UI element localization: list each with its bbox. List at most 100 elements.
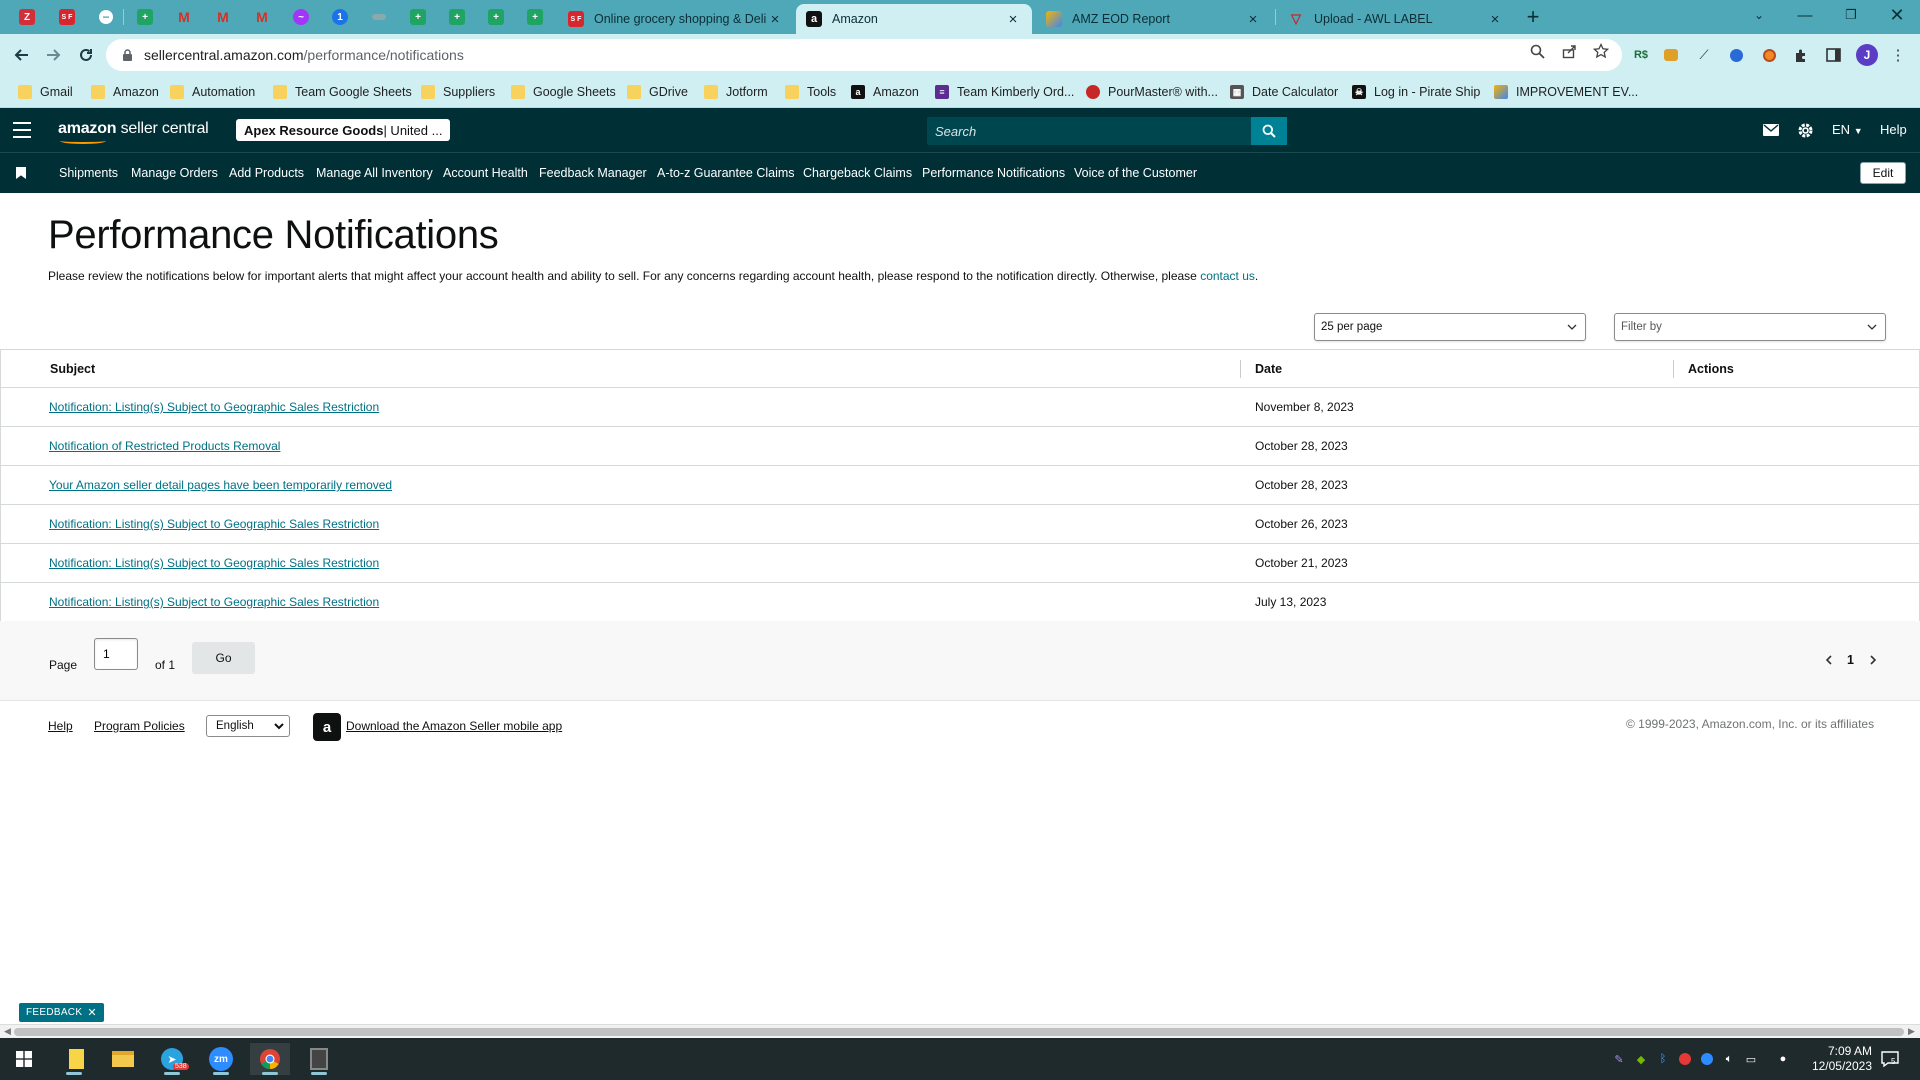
- nav-account-health[interactable]: Account Health: [443, 166, 528, 180]
- chrome-icon[interactable]: [250, 1043, 290, 1075]
- pinned-tab-sheets-1[interactable]: +: [128, 4, 162, 30]
- filter-by-select[interactable]: Filter by: [1614, 313, 1886, 341]
- side-panel-icon[interactable]: [1824, 46, 1842, 64]
- notification-subject-link[interactable]: Notification: Listing(s) Subject to Geog…: [49, 400, 379, 414]
- tab-grocery[interactable]: S F Online grocery shopping & Deli ×: [558, 4, 794, 34]
- close-icon[interactable]: ✕: [87, 1006, 97, 1019]
- bookmark-tools[interactable]: Tools: [785, 82, 836, 102]
- footer-help-link[interactable]: Help: [48, 719, 73, 733]
- hamburger-menu-icon[interactable]: [13, 120, 31, 140]
- bookmark-suppliers[interactable]: Suppliers: [421, 82, 495, 102]
- windows-start-icon[interactable]: [4, 1043, 44, 1075]
- bookmark-gdrive[interactable]: GDrive: [627, 82, 688, 102]
- horizontal-scrollbar[interactable]: ◀ ▶: [0, 1024, 1920, 1038]
- address-bar[interactable]: sellercentral.amazon.com/performance/not…: [106, 39, 1622, 71]
- pinned-tab-sheets-5[interactable]: +: [518, 4, 552, 30]
- edit-nav-button[interactable]: Edit: [1860, 162, 1906, 184]
- bookmark-improvement[interactable]: IMPROVEMENT EV...: [1494, 82, 1638, 102]
- nav-manage-all-inventory[interactable]: Manage All Inventory: [316, 166, 433, 180]
- nav-a-to-z-claims[interactable]: A-to-z Guarantee Claims: [657, 166, 795, 180]
- nav-shipments[interactable]: Shipments: [59, 166, 118, 180]
- nvidia-tray-icon[interactable]: ◆: [1633, 1051, 1649, 1067]
- sticky-notes-icon[interactable]: [54, 1043, 94, 1075]
- download-app-link[interactable]: Download the Amazon Seller mobile app: [346, 719, 562, 733]
- bookmark-gmail[interactable]: Gmail: [18, 82, 73, 102]
- bookmark-date-calculator[interactable]: ▦ Date Calculator: [1230, 82, 1338, 102]
- pinned-tab-grocery[interactable]: S F: [50, 4, 84, 30]
- red-app-tray-icon[interactable]: [1677, 1051, 1693, 1067]
- new-tab-plus-icon[interactable]: +: [1521, 4, 1545, 29]
- notification-subject-link[interactable]: Notification: Listing(s) Subject to Geog…: [49, 595, 379, 609]
- pinned-tab-zotero[interactable]: Z: [10, 4, 44, 30]
- bookmark-amazon[interactable]: a Amazon: [851, 82, 919, 102]
- extension-honey-icon[interactable]: [1662, 46, 1680, 64]
- notification-subject-link[interactable]: Notification: Listing(s) Subject to Geog…: [49, 556, 379, 570]
- bookmark-team-kimberly[interactable]: ≡ Team Kimberly Ord...: [935, 82, 1074, 102]
- nav-performance-notifications[interactable]: Performance Notifications: [922, 166, 1065, 180]
- seller-central-logo[interactable]: amazon seller central: [58, 120, 209, 144]
- go-button[interactable]: Go: [192, 642, 255, 674]
- bookmark-jotform[interactable]: Jotform: [704, 82, 768, 102]
- pinned-tab-messenger[interactable]: ~: [284, 4, 318, 30]
- browser-menu-kebab-icon[interactable]: ⋮: [1889, 46, 1907, 64]
- nav-add-products[interactable]: Add Products: [229, 166, 304, 180]
- extension-compass-icon[interactable]: [1727, 46, 1745, 64]
- extension-rs-icon[interactable]: R$: [1632, 46, 1650, 64]
- zoom-icon[interactable]: [1528, 42, 1546, 60]
- bookmark-automation[interactable]: Automation: [170, 82, 255, 102]
- pen-tray-icon[interactable]: ✎: [1611, 1051, 1627, 1067]
- pinned-tab-link[interactable]: [362, 4, 396, 30]
- nav-chargeback-claims[interactable]: Chargeback Claims: [803, 166, 912, 180]
- tab-amz-eod-report[interactable]: AMZ EOD Report ×: [1036, 4, 1272, 34]
- nav-manage-orders[interactable]: Manage Orders: [131, 166, 218, 180]
- volume-icon[interactable]: 🔈︎: [1721, 1051, 1737, 1067]
- scroll-left-arrow-icon[interactable]: ◀: [4, 1026, 11, 1037]
- footer-language-select[interactable]: English: [206, 715, 290, 737]
- page-number-input[interactable]: [94, 638, 138, 670]
- seller-app-icon[interactable]: a: [313, 713, 341, 741]
- scroll-right-arrow-icon[interactable]: ▶: [1908, 1026, 1915, 1037]
- help-link[interactable]: Help: [1880, 122, 1907, 137]
- minimize-icon[interactable]: —: [1782, 0, 1828, 30]
- zoom-app-icon[interactable]: zm: [201, 1043, 241, 1075]
- extension-orange-icon[interactable]: [1760, 46, 1778, 64]
- gear-icon[interactable]: [1795, 120, 1815, 140]
- extension-pen-icon[interactable]: ⟋: [1695, 46, 1713, 64]
- nav-feedback-manager[interactable]: Feedback Manager: [539, 166, 647, 180]
- pinned-tab-minus[interactable]: −: [89, 4, 123, 30]
- tab-search-chevron-icon[interactable]: ⌄: [1736, 0, 1782, 30]
- bookmark-pourmaster[interactable]: PourMaster® with...: [1086, 82, 1218, 102]
- pinned-tab-sheets-2[interactable]: +: [401, 4, 435, 30]
- notification-subject-link[interactable]: Notification of Restricted Products Remo…: [49, 439, 280, 453]
- pinned-tab-gmail-2[interactable]: M: [206, 4, 240, 30]
- tab-amazon[interactable]: a Amazon ×: [796, 4, 1032, 34]
- close-icon[interactable]: ×: [1244, 11, 1262, 28]
- contact-us-link[interactable]: contact us: [1200, 269, 1255, 283]
- chevron-left-icon[interactable]: [1822, 653, 1836, 667]
- profile-avatar[interactable]: J: [1856, 44, 1878, 66]
- bookmark-amazon-folder[interactable]: Amazon: [91, 82, 159, 102]
- file-explorer-icon[interactable]: [103, 1043, 143, 1075]
- pinned-tab-gmail-3[interactable]: M: [245, 4, 279, 30]
- bookmark-icon[interactable]: [16, 167, 26, 179]
- star-icon[interactable]: [1592, 42, 1610, 60]
- pinned-tab-info[interactable]: 1: [323, 4, 357, 30]
- pinned-tab-sheets-4[interactable]: +: [479, 4, 513, 30]
- zoom-tray-icon[interactable]: [1699, 1051, 1715, 1067]
- telegram-icon[interactable]: ➤ 538: [152, 1043, 192, 1075]
- network-icon[interactable]: ▭: [1743, 1051, 1759, 1067]
- pinned-tab-gmail-1[interactable]: M: [167, 4, 201, 30]
- close-icon[interactable]: ×: [1486, 11, 1504, 28]
- restore-icon[interactable]: ❐: [1828, 0, 1874, 30]
- store-selector[interactable]: Apex Resource Goods | United ...: [236, 119, 451, 141]
- bookmark-team-google-sheets[interactable]: Team Google Sheets: [273, 82, 412, 102]
- reload-icon[interactable]: [74, 43, 98, 67]
- calculator-icon[interactable]: [299, 1043, 339, 1075]
- notification-subject-link[interactable]: Notification: Listing(s) Subject to Geog…: [49, 517, 379, 531]
- lock-icon[interactable]: [120, 48, 134, 62]
- bookmark-pirate-ship[interactable]: ☠ Log in - Pirate Ship: [1352, 82, 1480, 102]
- chevron-right-icon[interactable]: [1866, 653, 1880, 667]
- window-close-icon[interactable]: ✕: [1874, 0, 1920, 30]
- back-arrow-icon[interactable]: [10, 43, 34, 67]
- pinned-tab-sheets-3[interactable]: +: [440, 4, 474, 30]
